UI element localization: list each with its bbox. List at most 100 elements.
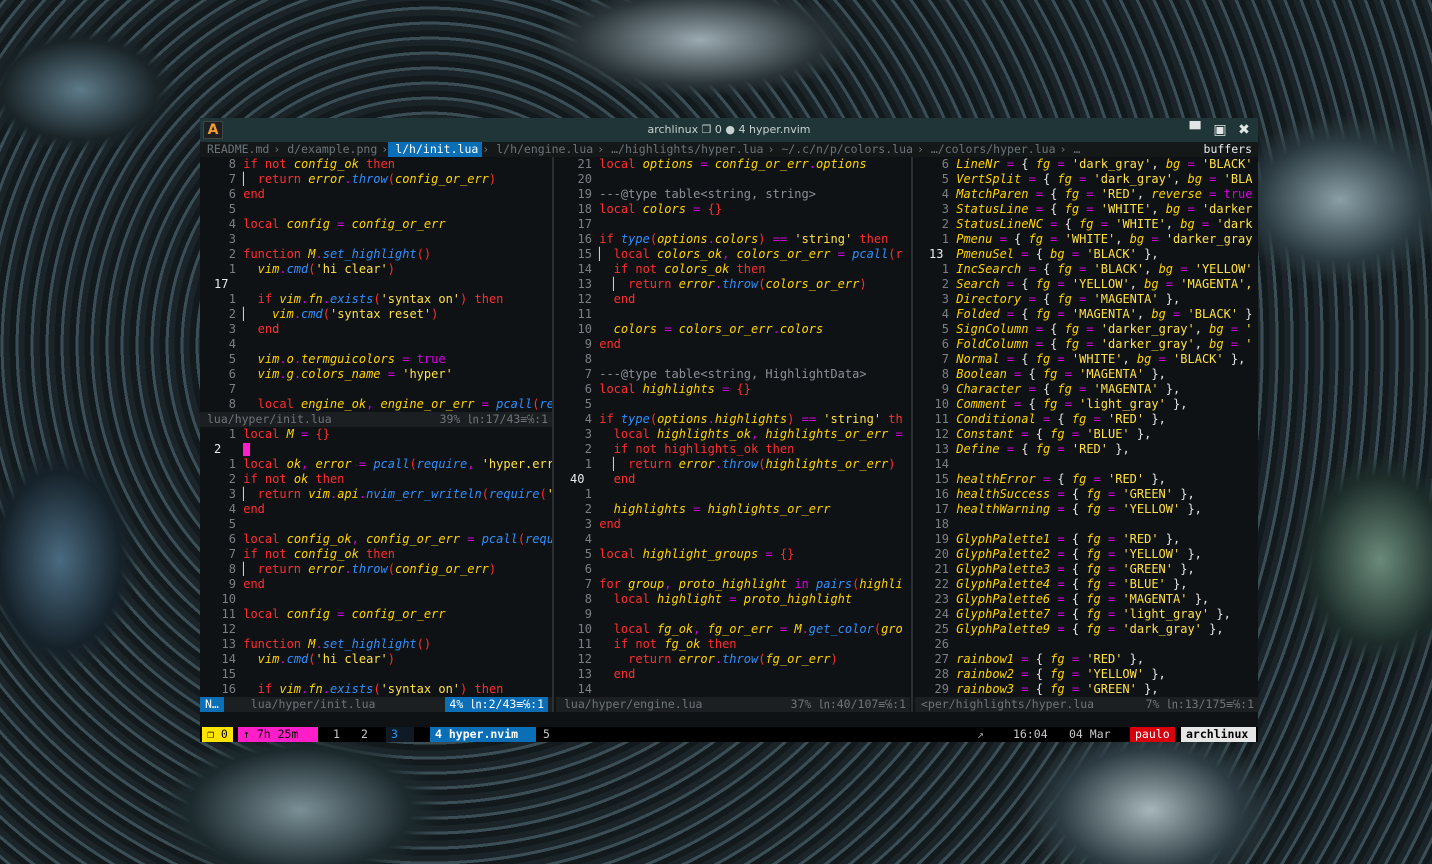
code-line[interactable]: 13 return error.throw(colors_or_err) ▏	[556, 277, 903, 292]
code-line[interactable]: 6 vim.g.colors_name = 'hyper'	[200, 367, 552, 382]
code-line[interactable]: 11 local config = config_or_err	[200, 607, 552, 622]
code-line[interactable]: 19 ---@type table<string, string>	[556, 187, 903, 202]
code-line[interactable]: 3 end	[200, 322, 552, 337]
code-line[interactable]: 4 if type(options.highlights) == 'string…	[556, 412, 903, 427]
buffer-tab-0[interactable]: README.md	[200, 142, 273, 157]
buffer-tab-5[interactable]: ~/.c/n/p/colors.lua	[774, 142, 917, 157]
code-line[interactable]: 16 healthSuccess = { fg = 'GREEN' },	[915, 487, 1253, 502]
code-line[interactable]: 14 if not colors_ok then	[556, 262, 903, 277]
code-line[interactable]: 40 end	[556, 472, 903, 487]
code-line[interactable]: 3	[200, 232, 552, 247]
code-line[interactable]: 9	[556, 607, 903, 622]
vertical-split[interactable]	[552, 157, 554, 712]
code-line[interactable]: 4 Folded = { fg = 'MAGENTA', bg = 'BLACK…	[915, 307, 1253, 322]
restore-icon[interactable]: ▣	[1211, 121, 1229, 139]
code-line[interactable]: 14	[556, 682, 903, 697]
code-line[interactable]: 25 GlyphPalette9 = { fg = 'dark_gray' },	[915, 622, 1253, 637]
code-line[interactable]: 5 local highlight_groups = {}	[556, 547, 903, 562]
code-line[interactable]: 6	[556, 562, 903, 577]
code-line[interactable]: 14	[915, 457, 1253, 472]
code-line[interactable]: 7 ---@type table<string, HighlightData>	[556, 367, 903, 382]
code-line[interactable]: 12	[200, 622, 552, 637]
code-line[interactable]: 8 local highlight = proto_highlight	[556, 592, 903, 607]
code-line[interactable]: 18	[915, 517, 1253, 532]
code-line[interactable]: 5	[556, 397, 903, 412]
code-line[interactable]: 1 IncSearch = { fg = 'BLACK', bg = 'YELL…	[915, 262, 1253, 277]
code-line[interactable]: 7	[200, 382, 552, 397]
code-line[interactable]: 4 end	[200, 502, 552, 517]
code-line[interactable]: 29 rainbow3 = { fg = 'GREEN' },	[915, 682, 1253, 697]
code-line[interactable]: 8 return error.throw(config_or_err) ▏	[200, 562, 552, 577]
code-line[interactable]: 10 Comment = { fg = 'light_gray' },	[915, 397, 1253, 412]
code-line[interactable]: 5	[200, 202, 552, 217]
tmux-window-1[interactable]: 1	[328, 727, 345, 742]
code-line[interactable]: 21 local options = config_or_err.options	[556, 157, 903, 172]
buffer-tab-7[interactable]: …	[1066, 142, 1084, 157]
code-line[interactable]: 5 vim.o.termguicolors = true	[200, 352, 552, 367]
code-line[interactable]: 9 end	[200, 577, 552, 592]
code-line[interactable]: 13 PmenuSel = { bg = 'BLACK' },	[915, 247, 1253, 262]
buffer-tab-3[interactable]: l/h/engine.lua	[489, 142, 597, 157]
close-icon[interactable]: ✖	[1235, 121, 1253, 139]
code-line[interactable]: 8 local engine_ok, engine_or_err = pcall…	[200, 397, 552, 412]
code-line[interactable]: 16 if vim.fn.exists('syntax on') then	[200, 682, 552, 697]
code-line[interactable]: 4 local config = config_or_err	[200, 217, 552, 232]
code-line[interactable]: 1 local ok, error = pcall(require, 'hype…	[200, 457, 552, 472]
tmux-window-4[interactable]: 4 hyper.nvim	[430, 727, 536, 742]
pane-bottom-left[interactable]: 1 local M = {} 2 1 local ok, error = pcal…	[200, 427, 552, 697]
code-line[interactable]: 2 if not highlights_ok then	[556, 442, 903, 457]
code-line[interactable]: 17	[556, 217, 903, 232]
code-line[interactable]: 1 vim.cmd('hi clear')	[200, 262, 552, 277]
code-line[interactable]: 20 GlyphPalette2 = { fg = 'YELLOW' },	[915, 547, 1253, 562]
code-line[interactable]: 14 vim.cmd('hi clear')	[200, 652, 552, 667]
code-line[interactable]: 5 SignColumn = { fg = 'darker_gray', bg …	[915, 322, 1253, 337]
code-line[interactable]: 1	[556, 487, 903, 502]
code-line[interactable]: 7 if not config_ok then	[200, 547, 552, 562]
code-line[interactable]: 3 return vim.api.nvim_err_writeln(requir…	[200, 487, 552, 502]
code-line[interactable]: 12 return error.throw(fg_or_err)	[556, 652, 903, 667]
code-line[interactable]: 2 StatusLineNC = { fg = 'WHITE', bg = 'd…	[915, 217, 1253, 232]
code-line[interactable]: 6 local highlights = {}	[556, 382, 903, 397]
maximize-icon[interactable]: ▀	[1186, 121, 1204, 139]
code-line[interactable]: 8 Boolean = { fg = 'MAGENTA' },	[915, 367, 1253, 382]
code-line[interactable]: 10 local fg_ok, fg_or_err = M.get_color(…	[556, 622, 903, 637]
code-line[interactable]: 1 local M = {}	[200, 427, 552, 442]
code-line[interactable]: 11 if not fg_ok then	[556, 637, 903, 652]
code-line[interactable]: 1 return error.throw(highlights_or_err) ▏	[556, 457, 903, 472]
buffer-tab-1[interactable]: d/example.png	[280, 142, 381, 157]
code-line[interactable]: 21 GlyphPalette3 = { fg = 'GREEN' },	[915, 562, 1253, 577]
code-line[interactable]: 26	[915, 637, 1253, 652]
code-line[interactable]: 20	[556, 172, 903, 187]
code-line[interactable]: 4 MatchParen = { fg = 'RED', reverse = t…	[915, 187, 1253, 202]
code-line[interactable]: 12 Constant = { fg = 'BLUE' },	[915, 427, 1253, 442]
code-line[interactable]: 22 GlyphPalette4 = { fg = 'BLUE' },	[915, 577, 1253, 592]
code-line[interactable]: 7 Normal = { fg = 'WHITE', bg = 'BLACK' …	[915, 352, 1253, 367]
code-line[interactable]: 13 function M.set_highlight()	[200, 637, 552, 652]
code-line[interactable]: 6 FoldColumn = { fg = 'darker_gray', bg …	[915, 337, 1253, 352]
code-line[interactable]: 9 end	[556, 337, 903, 352]
tmux-window-5[interactable]: 5	[538, 727, 555, 742]
code-line[interactable]: 3 StatusLine = { fg = 'WHITE', bg = 'dar…	[915, 202, 1253, 217]
code-line[interactable]: 3 Directory = { fg = 'MAGENTA' },	[915, 292, 1253, 307]
code-line[interactable]: 4	[556, 532, 903, 547]
code-line[interactable]: 1 if vim.fn.exists('syntax on') then	[200, 292, 552, 307]
tmux-window-3[interactable]: 3	[386, 727, 414, 742]
pane-top-left[interactable]: 8 if not config_ok then 7 return error.th…	[200, 157, 552, 412]
code-line[interactable]: 18 local colors = {}	[556, 202, 903, 217]
code-line[interactable]: 15 healthError = { fg = 'RED' },	[915, 472, 1253, 487]
code-line[interactable]: 2 if not ok then	[200, 472, 552, 487]
code-line[interactable]: 6 end	[200, 187, 552, 202]
code-line[interactable]: 9 Character = { fg = 'MAGENTA' },	[915, 382, 1253, 397]
code-line[interactable]: 27 rainbow1 = { fg = 'RED' },	[915, 652, 1253, 667]
pane-middle[interactable]: 21 local options = config_or_err.options…	[556, 157, 910, 697]
code-line[interactable]: 7 return error.throw(config_or_err) ▏	[200, 172, 552, 187]
pane-right[interactable]: 6 LineNr = { fg = 'dark_gray', bg = 'BLA…	[915, 157, 1258, 697]
code-line[interactable]: 2	[200, 442, 552, 457]
code-line[interactable]: 17	[200, 277, 552, 292]
code-line[interactable]: 8	[556, 352, 903, 367]
code-line[interactable]: 2 Search = { fg = 'YELLOW', bg = 'MAGENT…	[915, 277, 1253, 292]
code-line[interactable]: 19 GlyphPalette1 = { fg = 'RED' },	[915, 532, 1253, 547]
vertical-split[interactable]	[911, 157, 913, 712]
code-line[interactable]: 11	[556, 307, 903, 322]
code-line[interactable]: 28 rainbow2 = { fg = 'YELLOW' },	[915, 667, 1253, 682]
